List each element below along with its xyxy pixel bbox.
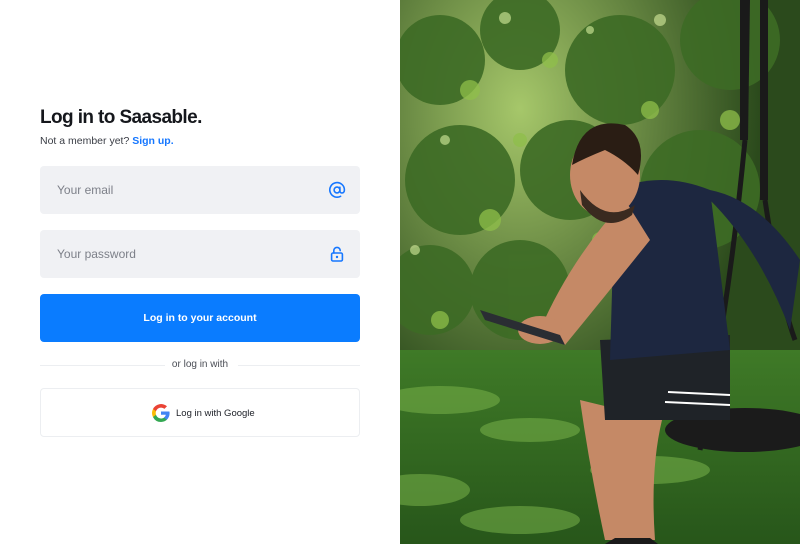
signup-prompt-text: Not a member yet? — [40, 135, 130, 147]
signup-link[interactable]: Sign up. — [132, 135, 173, 147]
divider-text: or log in with — [171, 359, 229, 370]
hero-photo-illustration — [400, 0, 800, 544]
divider-line-right — [238, 365, 360, 366]
password-field — [40, 230, 360, 278]
password-input[interactable] — [40, 230, 360, 278]
email-input[interactable] — [40, 166, 360, 214]
at-sign-icon — [329, 181, 346, 198]
login-button[interactable]: Log in to your account — [40, 294, 360, 342]
login-panel: Log in to Saasable. Not a member yet? Si… — [0, 0, 400, 544]
divider-line-left — [40, 365, 165, 366]
google-login-button[interactable]: Log in with Google — [40, 388, 360, 437]
signup-prompt: Not a member yet? Sign up. — [40, 135, 174, 147]
lock-icon — [330, 246, 344, 262]
google-logo-icon — [152, 404, 170, 422]
google-login-label: Log in with Google — [176, 408, 255, 419]
email-field — [40, 166, 360, 214]
page-title: Log in to Saasable. — [40, 107, 202, 128]
hero-image — [400, 0, 800, 544]
